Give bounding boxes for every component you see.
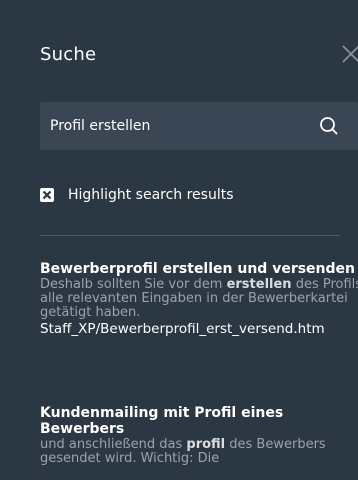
highlight-label: Highlight search results: [68, 187, 234, 203]
search-icon[interactable]: [319, 116, 339, 136]
panel-title: Suche: [40, 44, 97, 65]
result-url[interactable]: Staff_XP/Bewerberprofil_erst_versend.htm: [40, 321, 358, 338]
highlight-toggle[interactable]: Highlight search results: [40, 185, 234, 205]
result-snippet: Deshalb sollten Sie vor dem erstellen de…: [40, 277, 358, 320]
search-result[interactable]: Bewerberprofil erstellen und versenden D…: [40, 261, 358, 338]
search-panel: Suche Highlight search results Bewerberp…: [0, 0, 358, 480]
result-title[interactable]: Kundenmailing mit Profil eines Bewerbers: [40, 405, 358, 437]
search-result[interactable]: Kundenmailing mit Profil eines Bewerbers…: [40, 405, 358, 466]
search-input[interactable]: [50, 102, 300, 150]
highlight-checkbox[interactable]: [40, 188, 54, 202]
result-title[interactable]: Bewerberprofil erstellen und versenden: [40, 261, 358, 277]
close-icon[interactable]: [339, 42, 358, 66]
search-box: [40, 102, 358, 150]
divider: [40, 235, 340, 236]
result-snippet: und anschließend das profil des Bewerber…: [40, 437, 326, 466]
